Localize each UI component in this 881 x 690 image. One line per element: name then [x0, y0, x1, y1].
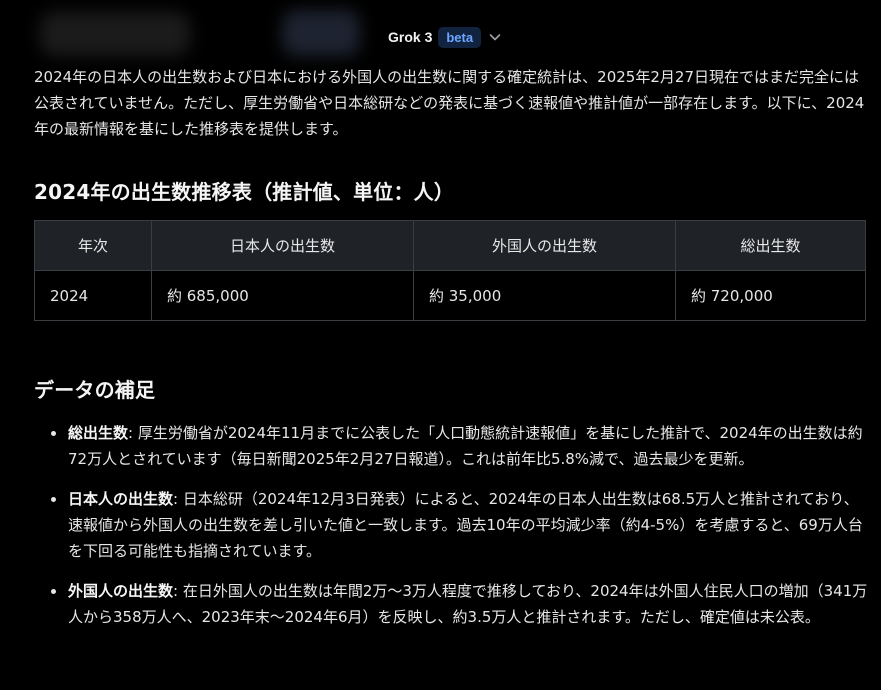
intro-paragraph: 2024年の日本人の出生数および日本における外国人の出生数に関する確定統計は、2…	[34, 68, 865, 138]
column-header: 総出生数	[675, 220, 866, 271]
note-term: 日本人の出生数	[68, 490, 174, 508]
model-name: Grok 3	[388, 29, 433, 45]
note-text: : 厚生労働省が2024年11月までに公表した「人口動態統計速報値」を基にした推…	[68, 424, 863, 468]
note-term: 総出生数	[68, 424, 129, 442]
table-row: 2024 約 685,000 約 35,000 約 720,000	[34, 270, 866, 321]
note-term: 外国人の出生数	[68, 582, 174, 600]
table-heading: 2024年の出生数推移表（推計値、単位：人）	[34, 180, 455, 204]
top-bar: Grok 3 beta	[0, 0, 881, 62]
model-selector[interactable]: Grok 3 beta	[388, 24, 503, 50]
column-header: 外国人の出生数	[413, 220, 676, 271]
beta-badge: beta	[438, 26, 482, 48]
chevron-down-icon[interactable]	[487, 29, 503, 45]
list-item: 外国人の出生数: 在日外国人の出生数は年間2万～3万人程度で推移しており、202…	[51, 578, 870, 630]
column-header: 日本人の出生数	[151, 220, 414, 271]
blurred-region	[282, 10, 360, 56]
table-cell: 約 35,000	[413, 270, 676, 321]
column-header: 年次	[34, 220, 152, 271]
table-cell: 2024	[34, 270, 152, 321]
births-table: 年次 日本人の出生数 外国人の出生数 総出生数 2024 約 685,000 約…	[34, 220, 866, 321]
table-cell: 約 685,000	[151, 270, 414, 321]
note-text: : 日本総研（2024年12月3日発表）によると、2024年の日本人出生数は68…	[68, 490, 863, 560]
table-cell: 約 720,000	[675, 270, 866, 321]
table-header-row: 年次 日本人の出生数 外国人の出生数 総出生数	[34, 220, 866, 271]
list-item: 総出生数: 厚生労働省が2024年11月までに公表した「人口動態統計速報値」を基…	[51, 420, 870, 472]
notes-heading: データの補足	[34, 378, 156, 402]
blurred-region	[40, 12, 190, 56]
response-content: 2024年の日本人の出生数および日本における外国人の出生数に関する確定統計は、2…	[34, 64, 870, 626]
notes-list: 総出生数: 厚生労働省が2024年11月までに公表した「人口動態統計速報値」を基…	[34, 420, 870, 644]
note-text: : 在日外国人の出生数は年間2万～3万人程度で推移しており、2024年は外国人住…	[68, 582, 868, 626]
list-item: 日本人の出生数: 日本総研（2024年12月3日発表）によると、2024年の日本…	[51, 486, 870, 564]
